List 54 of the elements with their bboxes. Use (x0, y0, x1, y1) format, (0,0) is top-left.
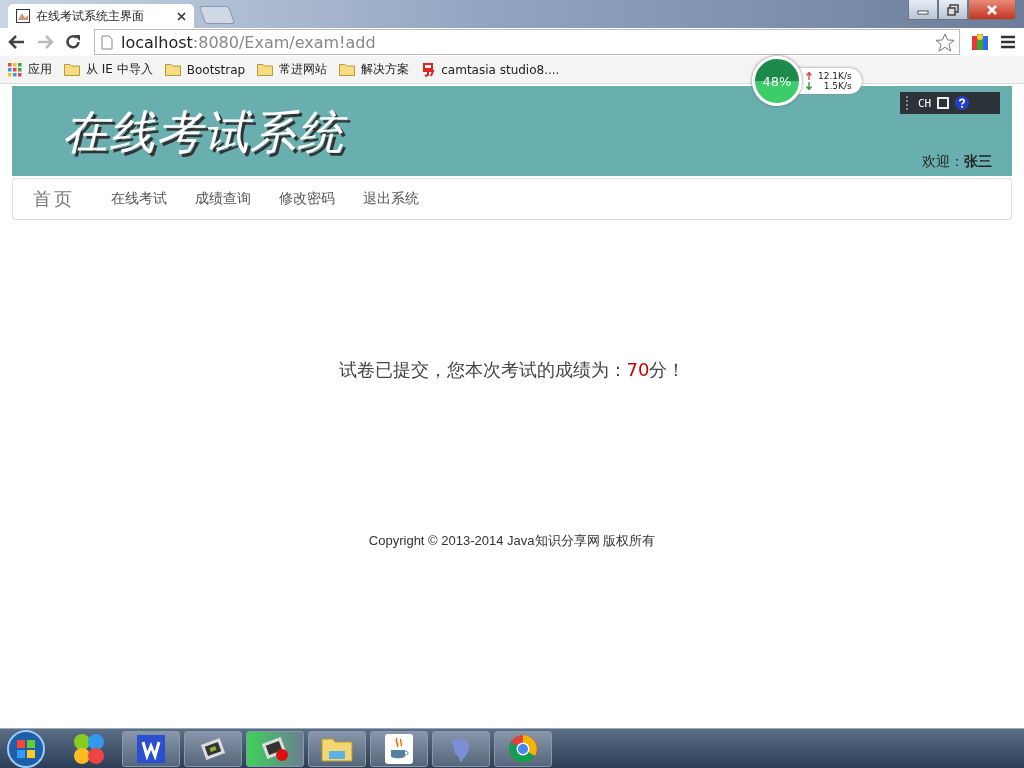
start-button[interactable] (6, 728, 46, 768)
site-icon (421, 62, 436, 77)
page-icon (101, 34, 113, 50)
nav-link[interactable]: 修改密码 (279, 190, 335, 208)
menu-icon[interactable] (1000, 35, 1016, 49)
taskbar-button[interactable] (370, 730, 428, 767)
nav-link[interactable]: 退出系统 (363, 190, 419, 208)
favicon-icon (16, 9, 30, 23)
browser-tab[interactable]: 在线考试系统主界面 (8, 4, 194, 28)
close-button[interactable] (968, 0, 1016, 20)
bookmark-item[interactable]: 解决方案 (339, 61, 410, 78)
document-w-icon (137, 734, 165, 763)
folder-icon (339, 63, 356, 76)
bookmark-item[interactable]: 应用 (8, 61, 52, 78)
upload-rate: 12.1K/s (818, 71, 852, 81)
close-icon[interactable] (177, 11, 186, 21)
copyright-text: Copyright © 2013-2014 Java知识分享网 版权所有 (367, 532, 657, 550)
bookmark-item[interactable]: camtasia studio8.... (421, 62, 560, 77)
reload-icon[interactable] (64, 33, 82, 51)
minimize-button[interactable] (908, 0, 938, 20)
nav-link[interactable]: 成绩查询 (195, 190, 251, 208)
ime-mode-icon[interactable] (937, 97, 950, 109)
bookmark-item[interactable]: Bootstrap (164, 62, 246, 77)
download-rate: 1.5K/s (823, 81, 852, 91)
download-arrow-icon (806, 82, 812, 90)
taskbar-button[interactable] (308, 730, 366, 767)
extension-icon[interactable] (970, 32, 990, 52)
screen-record-icon (260, 734, 290, 763)
upload-arrow-icon (806, 72, 812, 80)
folder-icon (64, 63, 80, 76)
bookmark-item[interactable]: 从 IE 中导入 (64, 61, 153, 78)
address-bar[interactable]: localhost:8080/Exam/exam!add (94, 29, 960, 55)
result-message: 试卷已提交，您本次考试的成绩为：70分！ (337, 358, 687, 382)
nav-link[interactable]: 在线考试 (111, 190, 167, 208)
restore-icon (947, 3, 959, 16)
coffee-cup-icon (385, 733, 413, 764)
welcome-text: 欢迎：张三 (922, 153, 992, 171)
folder-icon (257, 63, 274, 76)
language-indicator[interactable]: CH (918, 96, 932, 110)
taskbar-button[interactable] (184, 730, 242, 767)
taskbar-button[interactable] (246, 730, 304, 767)
browser-icon (508, 733, 538, 764)
help-icon[interactable] (955, 96, 970, 110)
taskbar-button[interactable] (494, 730, 552, 767)
colored-circles-icon[interactable] (72, 731, 106, 766)
taskbar-button[interactable] (122, 730, 180, 767)
back-icon[interactable] (8, 34, 26, 50)
home-link[interactable]: 首页 (33, 187, 75, 211)
close-icon (985, 3, 999, 16)
bookmark-item[interactable]: 常进网站 (257, 61, 328, 78)
restore-button[interactable] (938, 0, 968, 20)
folder-icon (164, 63, 181, 76)
star-icon[interactable] (935, 32, 955, 52)
apps-grid-icon (8, 62, 22, 77)
